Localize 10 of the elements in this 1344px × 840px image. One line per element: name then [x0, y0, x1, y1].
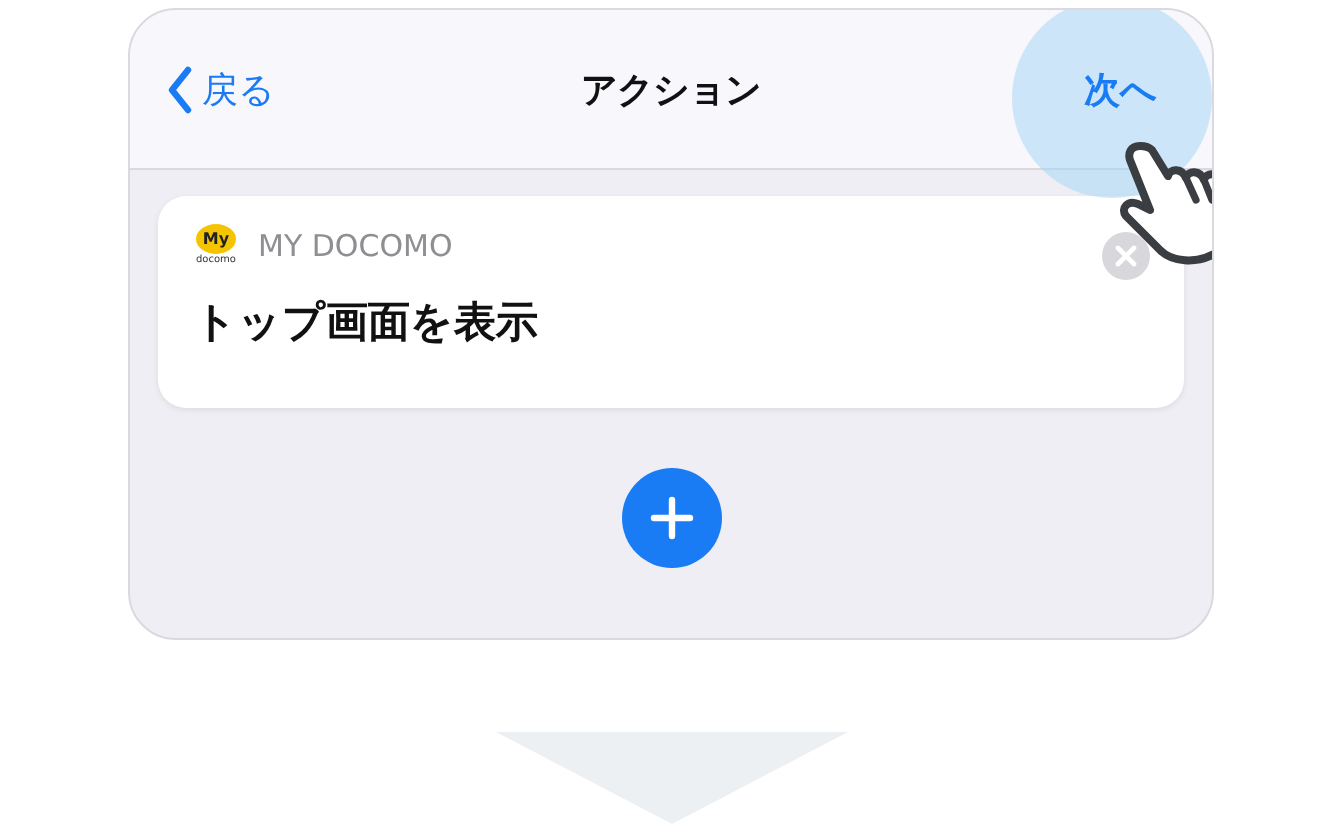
action-label: トップ画面を表示 [194, 296, 538, 350]
app-name: MY DOCOMO [258, 227, 453, 263]
logo-text: My [196, 224, 236, 254]
add-button[interactable] [621, 468, 721, 568]
close-icon[interactable] [1102, 232, 1150, 280]
back-button[interactable]: 戻る [166, 65, 274, 113]
plus-icon [649, 496, 693, 540]
nav-title: アクション [581, 67, 761, 113]
next-button[interactable]: 次へ [1084, 65, 1156, 113]
chevron-left-icon [166, 65, 194, 113]
